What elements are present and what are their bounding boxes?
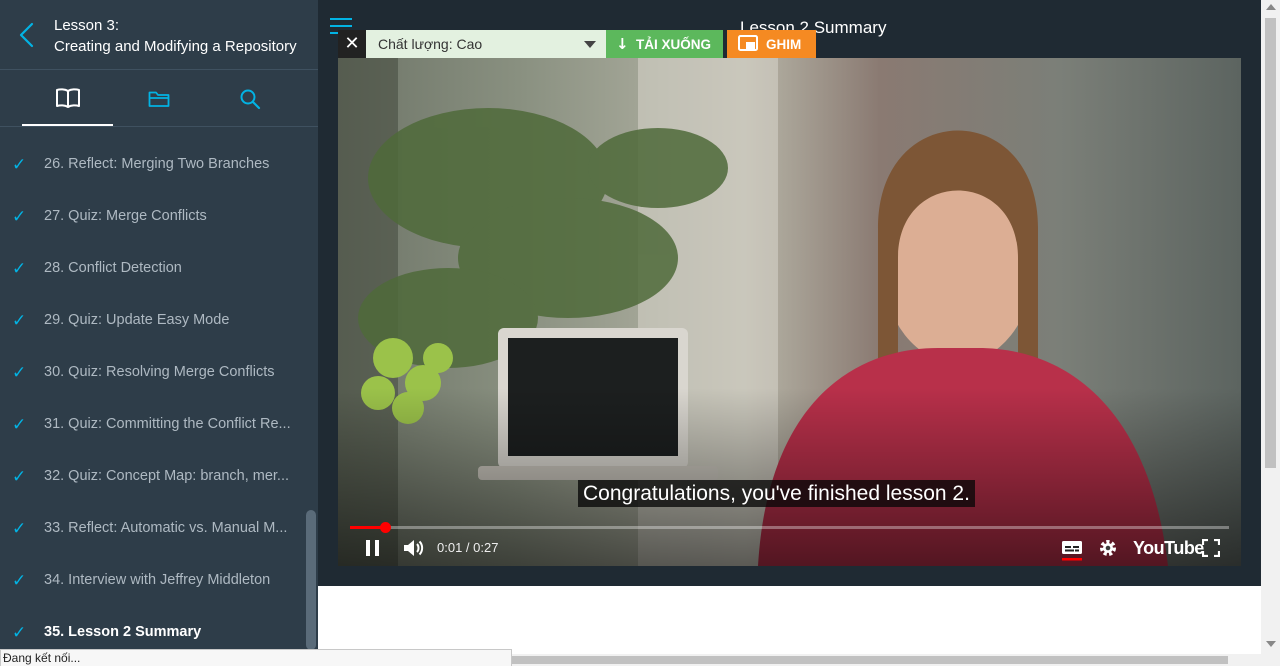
concept-item[interactable]: ✓ 26. Reflect: Merging Two Branches xyxy=(0,138,306,190)
check-icon: ✓ xyxy=(12,259,27,279)
close-toolbar-button[interactable]: ✕ xyxy=(338,30,366,58)
search-icon xyxy=(240,89,260,109)
sidebar-scrollbar[interactable] xyxy=(306,510,316,650)
download-arrow-icon: ↓ xyxy=(616,35,629,53)
sidebar-tabs xyxy=(0,71,318,127)
pin-button[interactable]: GHIM xyxy=(727,30,816,58)
concept-label: 31. Quiz: Committing the Conflict Re... xyxy=(44,416,291,432)
volume-icon[interactable] xyxy=(402,537,426,559)
concept-item[interactable]: ✓ 29. Quiz: Update Easy Mode xyxy=(0,294,306,346)
lesson-title: Creating and Modifying a Repository xyxy=(54,38,297,55)
check-icon: ✓ xyxy=(12,623,27,643)
check-icon: ✓ xyxy=(12,519,27,539)
tab-concepts[interactable] xyxy=(22,71,113,126)
vertical-scroll-thumb[interactable] xyxy=(1265,18,1276,468)
tab-search[interactable] xyxy=(204,71,295,126)
check-icon: ✓ xyxy=(12,311,27,331)
concept-label: 33. Reflect: Automatic vs. Manual M... xyxy=(44,520,288,536)
browser-status-bar: Đang kết nối... xyxy=(0,649,512,666)
folder-icon xyxy=(148,91,169,107)
fullscreen-icon[interactable] xyxy=(1202,539,1220,557)
pause-icon[interactable] xyxy=(364,538,382,558)
check-icon: ✓ xyxy=(12,207,27,227)
chevron-down-icon xyxy=(584,41,596,48)
video-progress-bar[interactable] xyxy=(350,522,1229,533)
page-vertical-scrollbar[interactable] xyxy=(1261,0,1280,654)
settings-icon[interactable] xyxy=(1098,538,1118,558)
book-icon xyxy=(55,87,80,108)
download-label: TẢI XUỐNG xyxy=(636,37,712,52)
check-icon: ✓ xyxy=(12,571,27,591)
concept-item[interactable]: ✓ 28. Conflict Detection xyxy=(0,242,306,294)
lesson-sidebar: Lesson 3: Creating and Modifying a Repos… xyxy=(0,0,318,666)
lesson-number: Lesson 3: xyxy=(54,17,120,34)
pin-label: GHIM xyxy=(766,37,802,52)
concept-label: 28. Conflict Detection xyxy=(44,260,182,276)
concept-label: 30. Quiz: Resolving Merge Conflicts xyxy=(44,364,275,380)
check-icon: ✓ xyxy=(12,415,27,435)
concept-item[interactable]: ✓ 27. Quiz: Merge Conflicts xyxy=(0,190,306,242)
concept-label: 35. Lesson 2 Summary xyxy=(44,624,202,640)
video-time: 0:01 / 0:27 xyxy=(437,540,499,555)
check-icon: ✓ xyxy=(12,467,27,487)
concept-item[interactable]: ✓ 31. Quiz: Committing the Conflict Re..… xyxy=(0,398,306,450)
download-button[interactable]: ↓ TẢI XUỐNG xyxy=(606,30,723,58)
youtube-logo[interactable]: YouTube xyxy=(1133,538,1204,559)
scroll-up-arrow-icon[interactable] xyxy=(1266,4,1276,10)
concept-label: 26. Reflect: Merging Two Branches xyxy=(44,156,270,172)
concept-label: 32. Quiz: Concept Map: branch, mer... xyxy=(44,468,290,484)
concept-label: 34. Interview with Jeffrey Middleton xyxy=(44,572,271,588)
back-chevron-icon[interactable] xyxy=(14,20,40,50)
video-caption: Congratulations, you've finished lesson … xyxy=(578,480,975,507)
concept-item[interactable]: ✓ 30. Quiz: Resolving Merge Conflicts xyxy=(0,346,306,398)
concept-item[interactable]: ✓ 32. Quiz: Concept Map: branch, mer... xyxy=(0,450,306,502)
horizontal-scroll-thumb[interactable] xyxy=(512,656,1228,664)
concept-item[interactable]: ✓ 34. Interview with Jeffrey Middleton xyxy=(0,554,306,606)
scroll-down-arrow-icon[interactable] xyxy=(1266,641,1276,647)
check-icon: ✓ xyxy=(12,155,27,175)
concept-item[interactable]: ✓ 33. Reflect: Automatic vs. Manual M... xyxy=(0,502,306,554)
concept-label: 29. Quiz: Update Easy Mode xyxy=(44,312,230,328)
concept-item-current[interactable]: ✓ 35. Lesson 2 Summary xyxy=(0,606,306,650)
check-icon: ✓ xyxy=(12,363,27,383)
concept-label: 27. Quiz: Merge Conflicts xyxy=(44,208,207,224)
pin-window-icon xyxy=(738,35,758,51)
concept-list: ✓ 26. Reflect: Merging Two Branches ✓ 27… xyxy=(0,138,306,650)
tab-resources[interactable] xyxy=(113,71,204,126)
subtitles-icon[interactable] xyxy=(1061,539,1083,561)
lesson-header: Lesson 3: Creating and Modifying a Repos… xyxy=(0,0,318,70)
quality-select[interactable]: Chất lượng: Cao xyxy=(366,30,606,58)
quality-label: Chất lượng: Cao xyxy=(378,36,483,52)
